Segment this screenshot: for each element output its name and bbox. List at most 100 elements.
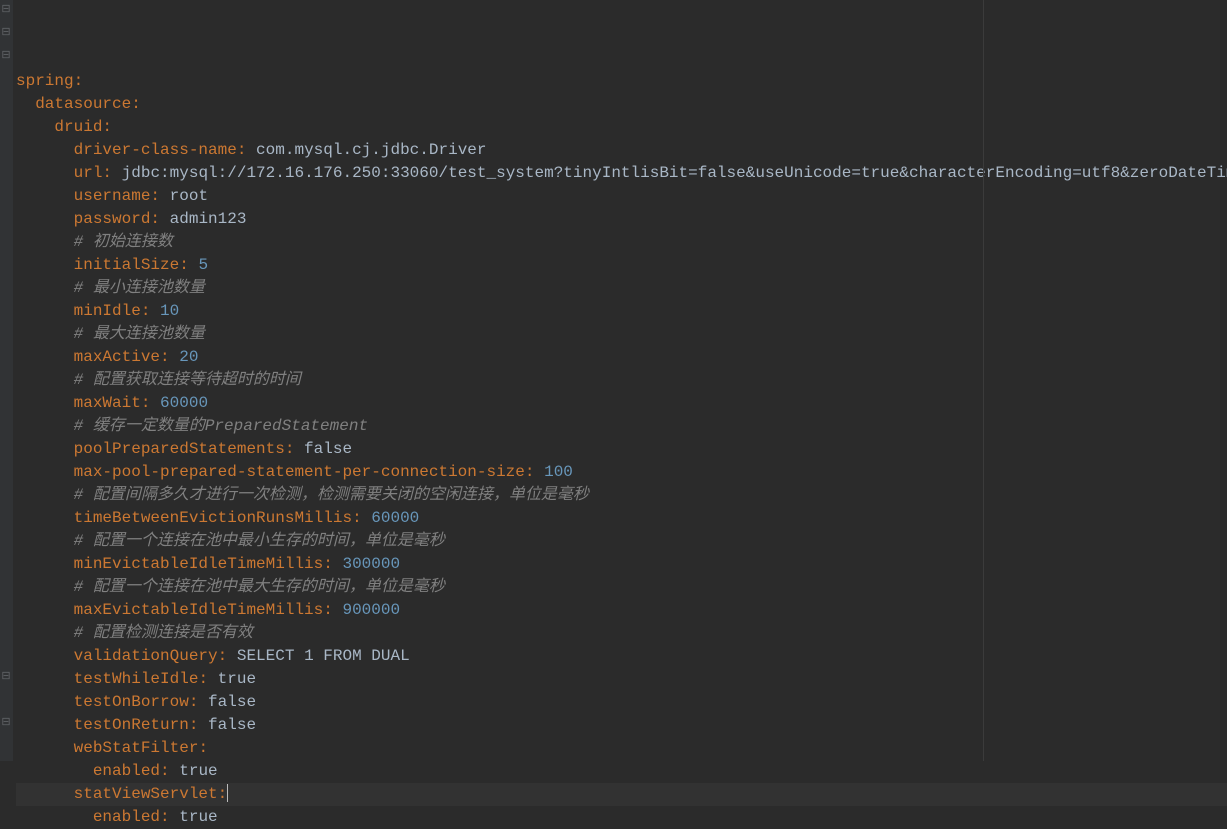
- code-line[interactable]: # 初始连接数: [16, 231, 1227, 254]
- colon: :: [160, 762, 170, 780]
- yaml-value: true: [208, 670, 256, 688]
- code-line[interactable]: # 配置获取连接等待超时的时间: [16, 369, 1227, 392]
- editor-gutter[interactable]: ⊟ ⊟ ⊟ ⊟ ⊟: [0, 0, 14, 761]
- code-line[interactable]: max-pool-prepared-statement-per-connecti…: [16, 461, 1227, 484]
- yaml-value: SELECT 1 FROM DUAL: [227, 647, 409, 665]
- yaml-value: true: [170, 762, 218, 780]
- code-line[interactable]: maxActive: 20: [16, 346, 1227, 369]
- yaml-key: url: [74, 164, 103, 182]
- code-line[interactable]: password: admin123: [16, 208, 1227, 231]
- yaml-comment: # 配置一个连接在池中最大生存的时间，单位是毫秒: [74, 578, 445, 596]
- code-line[interactable]: poolPreparedStatements: false: [16, 438, 1227, 461]
- code-line[interactable]: enabled: true: [16, 806, 1227, 829]
- colon: :: [160, 348, 170, 366]
- yaml-key: druid: [54, 118, 102, 136]
- code-line[interactable]: initialSize: 5: [16, 254, 1227, 277]
- yaml-value: false: [198, 693, 256, 711]
- yaml-value: 300000: [333, 555, 400, 573]
- yaml-value: 100: [535, 463, 573, 481]
- code-line[interactable]: # 缓存一定数量的PreparedStatement: [16, 415, 1227, 438]
- fold-toggle-icon[interactable]: ⊟: [0, 4, 12, 16]
- code-line[interactable]: timeBetweenEvictionRunsMillis: 60000: [16, 507, 1227, 530]
- yaml-value: jdbc:mysql://172.16.176.250:33060/test_s…: [112, 164, 1227, 182]
- code-line[interactable]: minIdle: 10: [16, 300, 1227, 323]
- code-line[interactable]: testOnReturn: false: [16, 714, 1227, 737]
- yaml-key: enabled: [93, 762, 160, 780]
- yaml-key: testOnReturn: [74, 716, 189, 734]
- code-line[interactable]: # 配置间隔多久才进行一次检测，检测需要关闭的空闲连接，单位是毫秒: [16, 484, 1227, 507]
- colon: :: [150, 187, 160, 205]
- code-line[interactable]: maxWait: 60000: [16, 392, 1227, 415]
- colon: :: [150, 210, 160, 228]
- code-line[interactable]: url: jdbc:mysql://172.16.176.250:33060/t…: [16, 162, 1227, 185]
- yaml-key: testOnBorrow: [74, 693, 189, 711]
- code-line[interactable]: testOnBorrow: false: [16, 691, 1227, 714]
- code-line[interactable]: validationQuery: SELECT 1 FROM DUAL: [16, 645, 1227, 668]
- yaml-key: initialSize: [74, 256, 180, 274]
- code-line[interactable]: druid:: [16, 116, 1227, 139]
- code-line[interactable]: minEvictableIdleTimeMillis: 300000: [16, 553, 1227, 576]
- code-line[interactable]: # 配置一个连接在池中最大生存的时间，单位是毫秒: [16, 576, 1227, 599]
- code-line[interactable]: maxEvictableIdleTimeMillis: 900000: [16, 599, 1227, 622]
- yaml-key: driver-class-name: [74, 141, 237, 159]
- fold-toggle-icon[interactable]: ⊟: [0, 50, 12, 62]
- code-editor[interactable]: ⊟ ⊟ ⊟ ⊟ ⊟ spring: datasource: druid: driver-…: [0, 0, 1227, 761]
- colon: :: [179, 256, 189, 274]
- colon: :: [352, 509, 362, 527]
- yaml-key: password: [74, 210, 151, 228]
- yaml-comment: # 配置间隔多久才进行一次检测，检测需要关闭的空闲连接，单位是毫秒: [74, 486, 589, 504]
- code-line[interactable]: enabled: true: [16, 760, 1227, 783]
- yaml-key: minEvictableIdleTimeMillis: [74, 555, 324, 573]
- colon: :: [74, 72, 84, 90]
- yaml-key: spring: [16, 72, 74, 90]
- yaml-key: timeBetweenEvictionRunsMillis: [74, 509, 352, 527]
- yaml-comment: # 最小连接池数量: [74, 279, 205, 297]
- yaml-value: 20: [170, 348, 199, 366]
- yaml-value: true: [170, 808, 218, 826]
- code-line[interactable]: # 最大连接池数量: [16, 323, 1227, 346]
- code-area[interactable]: spring: datasource: druid: driver-class-…: [14, 0, 1227, 761]
- yaml-key: statViewServlet: [74, 785, 218, 803]
- colon: :: [160, 808, 170, 826]
- code-line[interactable]: # 配置检测连接是否有效: [16, 622, 1227, 645]
- colon: :: [525, 463, 535, 481]
- fold-toggle-icon[interactable]: ⊟: [0, 717, 12, 729]
- yaml-value: 10: [150, 302, 179, 320]
- yaml-value: root: [160, 187, 208, 205]
- yaml-value: 60000: [362, 509, 420, 527]
- yaml-key: maxActive: [74, 348, 160, 366]
- code-line[interactable]: statViewServlet:: [16, 783, 1227, 806]
- colon: :: [198, 739, 208, 757]
- yaml-key: webStatFilter: [74, 739, 199, 757]
- fold-toggle-icon[interactable]: ⊟: [0, 671, 12, 683]
- code-line[interactable]: username: root: [16, 185, 1227, 208]
- yaml-comment: # 配置一个连接在池中最小生存的时间，单位是毫秒: [74, 532, 445, 550]
- yaml-key: testWhileIdle: [74, 670, 199, 688]
- code-line[interactable]: webStatFilter:: [16, 737, 1227, 760]
- yaml-value: false: [198, 716, 256, 734]
- fold-toggle-icon[interactable]: ⊟: [0, 27, 12, 39]
- code-line[interactable]: # 配置一个连接在池中最小生存的时间，单位是毫秒: [16, 530, 1227, 553]
- colon: :: [323, 555, 333, 573]
- code-line[interactable]: spring:: [16, 70, 1227, 93]
- code-line[interactable]: driver-class-name: com.mysql.cj.jdbc.Dri…: [16, 139, 1227, 162]
- colon: :: [218, 647, 228, 665]
- code-line[interactable]: datasource:: [16, 93, 1227, 116]
- yaml-key: max-pool-prepared-statement-per-connecti…: [74, 463, 525, 481]
- code-line[interactable]: # 最小连接池数量: [16, 277, 1227, 300]
- colon: :: [323, 601, 333, 619]
- yaml-key: maxEvictableIdleTimeMillis: [74, 601, 324, 619]
- yaml-value: 60000: [150, 394, 208, 412]
- colon: :: [189, 693, 199, 711]
- colon: :: [141, 394, 151, 412]
- colon: :: [285, 440, 295, 458]
- yaml-value: 900000: [333, 601, 400, 619]
- yaml-key: validationQuery: [74, 647, 218, 665]
- yaml-key: enabled: [93, 808, 160, 826]
- code-line[interactable]: testWhileIdle: true: [16, 668, 1227, 691]
- colon: :: [102, 118, 112, 136]
- yaml-comment: # 缓存一定数量的PreparedStatement: [74, 417, 368, 435]
- text-cursor: [227, 784, 228, 802]
- colon: :: [218, 785, 228, 803]
- yaml-value: false: [294, 440, 352, 458]
